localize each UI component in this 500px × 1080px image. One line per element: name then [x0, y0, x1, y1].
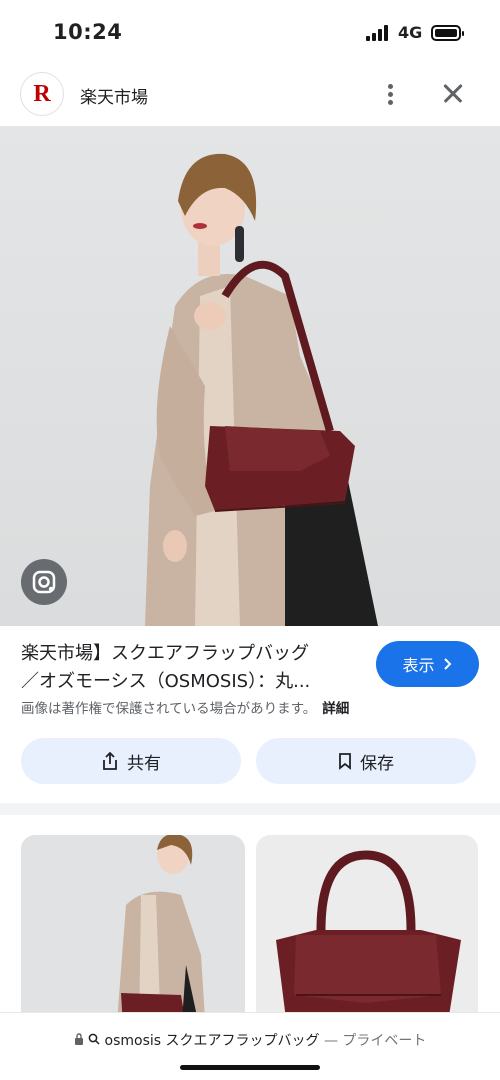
result-title-line-2: ／オズモーシス（OSMOSIS）：丸...: [21, 671, 311, 692]
result-title[interactable]: 楽天市場】スクエアフラップバッグ ／オズモーシス（OSMOSIS）：丸...: [21, 640, 366, 696]
visit-button-label: 表示: [402, 656, 435, 675]
site-logo[interactable]: R: [20, 72, 64, 116]
close-icon[interactable]: [438, 78, 468, 108]
chevron-right-icon: [443, 658, 451, 670]
save-button-label: 保存: [360, 753, 394, 774]
detail-link[interactable]: 詳細: [322, 701, 349, 717]
site-logo-letter: R: [33, 80, 51, 107]
visit-button[interactable]: 表示: [376, 641, 479, 687]
battery-icon: [431, 25, 464, 41]
private-mode-label: — プライベート: [323, 1033, 427, 1049]
copyright-notice: 画像は著作権で保護されている場合があります。 詳細: [21, 697, 349, 717]
share-icon: [103, 751, 117, 770]
viewer-header: R 楽天市場: [0, 64, 500, 126]
copyright-text: 画像は著作権で保護されている場合があります。: [21, 701, 317, 717]
signal-icon: [366, 25, 392, 41]
save-button[interactable]: 保存: [256, 738, 476, 784]
related-image-model[interactable]: [21, 835, 245, 1035]
model-with-bag-photo: [145, 153, 378, 626]
main-image[interactable]: [0, 126, 500, 626]
section-divider: [0, 803, 500, 815]
result-title-line-1: 楽天市場】スクエアフラップバッグ: [21, 643, 309, 664]
lens-icon[interactable]: [21, 559, 67, 605]
network-type: 4G: [398, 23, 423, 42]
more-vert-icon[interactable]: [378, 76, 404, 112]
share-button[interactable]: 共有: [21, 738, 241, 784]
search-icon: [88, 1033, 104, 1049]
bookmark-icon: [339, 753, 351, 770]
address-bar-text[interactable]: osmosis スクエアフラップバッグ — プライベート: [0, 1030, 500, 1050]
share-button-label: 共有: [127, 753, 161, 774]
search-query: osmosis スクエアフラップバッグ: [104, 1033, 320, 1049]
address-bar[interactable]: osmosis スクエアフラップバッグ — プライベート: [0, 1012, 500, 1080]
site-name[interactable]: 楽天市場: [80, 83, 148, 108]
related-image-bag[interactable]: [256, 835, 478, 1035]
status-bar: 10:24 4G: [0, 0, 500, 64]
home-indicator: [180, 1065, 320, 1070]
lock-icon: [74, 1033, 88, 1049]
status-time: 10:24: [53, 20, 123, 44]
